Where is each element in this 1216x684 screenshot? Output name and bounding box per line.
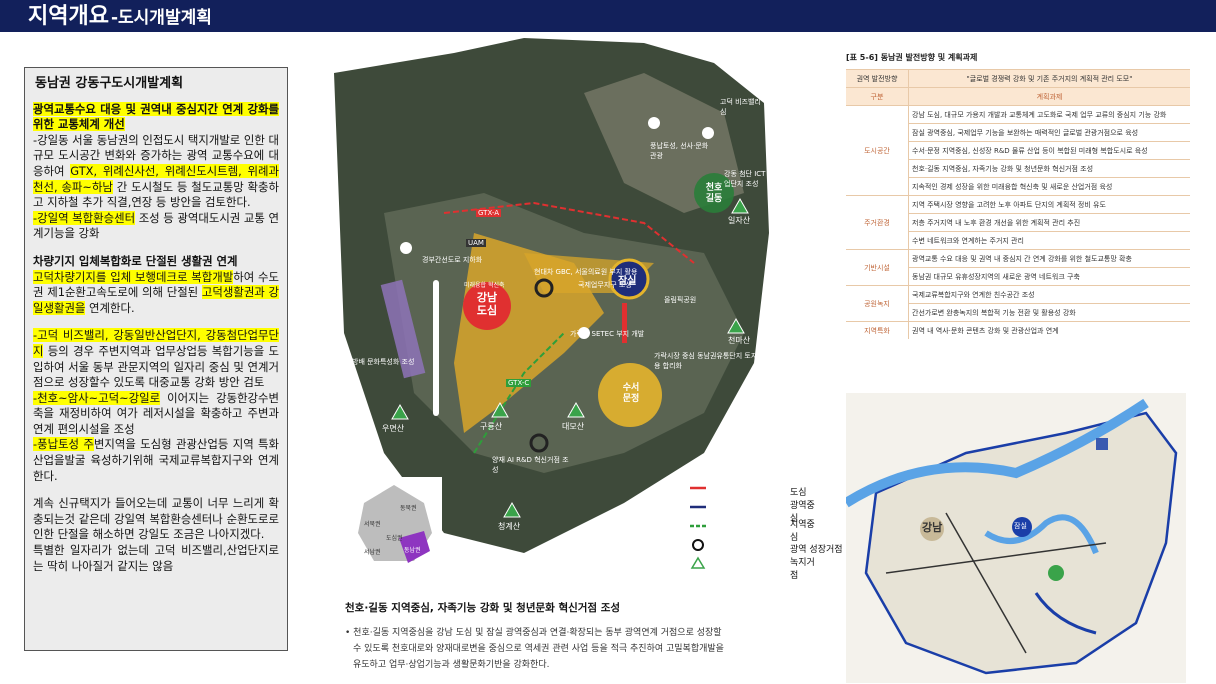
legend-label: 광역 성장거점 — [790, 545, 843, 555]
text: 등의 경우 주변지역과 업무상업등 복합기능을 도입하여 서울 동부 관문지역의… — [33, 343, 279, 390]
task-cell: 천호·길동 지역중심, 자족기능 강화 및 청년문화 혁신거점 조성 — [908, 159, 1190, 178]
smap-label-jamsil: 잠실 — [1014, 522, 1027, 530]
inset-label-2: 서북권 — [364, 521, 381, 528]
map-label-l15: 대모산 — [562, 422, 585, 431]
legend-item: 녹지거점 — [790, 558, 816, 581]
text: 계속 신규택지가 들어오는데 교통이 너무 느리게 확충되는것 같은데 강일역 … — [33, 496, 279, 542]
map-label-suseo: 수서 문정 — [622, 383, 640, 404]
panel-title: 동남권 강동구도시개발계획 — [35, 76, 184, 91]
highlight: -강일역 복합환승센터 — [33, 210, 136, 225]
text: 연계한다. — [85, 300, 135, 315]
map-label-gtxa: GTX-A — [476, 209, 502, 217]
paragraph-heading: 광역교통수요 대응 및 권역내 중심지간 연계 강화를 위한 교통체계 개선 — [33, 101, 279, 132]
page-title: 지역개요 — [28, 4, 109, 29]
text: 특별한 일자리가 없는데 고덕 비즈밸리,산업단지로는 딱히 나아질거 같지는 … — [33, 543, 279, 573]
table: 권역 발전방향 "글로벌 경쟁력 강화 및 기존 주거지의 계획적 관리 도모"… — [846, 69, 1190, 339]
task-cell: 권역 내 역사·문화 콘텐츠 강화 및 관광산업과 연계 — [908, 321, 1190, 339]
map-label-l14: 구룡산 — [480, 422, 503, 431]
table-body: 도시공간 강남 도심, 대규모 가용지 개발과 교통체계 고도화로 국제 업무 교… — [846, 105, 1190, 339]
task-cell: 강남 도심, 대규모 가용지 개발과 교통체계 고도화로 국제 업무 교류의 중… — [908, 105, 1190, 124]
map-label-l16: 청계산 — [498, 522, 521, 531]
table-row: 공원녹지 국제교류복합지구와 연계한 친수공간 조성 — [846, 285, 1190, 322]
map-label-l8: 미래융합 혁신축 — [464, 282, 505, 289]
map-label-l4: 현대차 GBC, 서울의료원 부지 활용 — [534, 268, 638, 276]
map-label-uam: UAM — [466, 239, 486, 247]
map-label-gangnam: 강남 도심 — [476, 291, 498, 317]
paragraph-depot: 차량기지 입체복합화로 단절된 생활권 연계 고덕차량기지를 입체 보행데크로 … — [33, 254, 279, 316]
legend-label: 도심 — [790, 488, 807, 498]
header-cell: "글로벌 경쟁력 강화 및 기존 주거지의 계획적 관리 도모" — [908, 69, 1190, 88]
task-cell: 지속적인 경제 성장을 위한 미래융합 혁신축 및 새로운 산업거점 육성 — [908, 177, 1190, 196]
table-header-row: 구분 계획과제 — [846, 87, 1190, 106]
category-cell: 공원녹지 — [846, 285, 909, 322]
page-header: 지역개요 -도시개발계획 — [0, 0, 1216, 32]
header-cell: 구분 — [846, 87, 909, 106]
table-row: 도시공간 강남 도심, 대규모 가용지 개발과 교통체계 고도화로 국제 업무 교… — [846, 105, 1190, 196]
map-label-l5: 국제업무지구 조성 — [578, 281, 632, 289]
map-label-l11: 가락동 SETEC 부지 개발 — [570, 330, 645, 338]
category-cell: 지역특화 — [846, 321, 909, 339]
task-cell: 수변 네트워크와 연계하는 주거지 관리 — [908, 231, 1190, 250]
map-label-l2: 풍납토성, 선사·문화 관광 — [650, 142, 709, 160]
legend-item: 지역중심 — [790, 520, 816, 543]
category-cell: 도시공간 — [846, 105, 909, 196]
table-title: [표 5-6] 동남권 발전방향 및 계획과제 — [846, 53, 978, 62]
task-cell: 국제교류복합지구와 연계한 친수공간 조성 — [908, 285, 1190, 304]
table-header-row: 권역 발전방향 "글로벌 경쟁력 강화 및 기존 주거지의 계획적 관리 도모" — [846, 69, 1190, 88]
category-cell: 주거환경 — [846, 195, 909, 250]
task-cell: 수서·문정 지역중심, 신성장 R&D 물류 산업 등이 복합된 미래형 복합도… — [908, 141, 1190, 160]
map-label-l12: 양재 AI R&D 혁신거점 조성 — [492, 456, 569, 474]
inset-label-5: 동남권 — [404, 547, 421, 554]
task-cell: 지역 주택시장 영향을 고려한 노후 아파트 단지의 계획적 정비 유도 — [908, 195, 1190, 214]
highlight: 고덕차량기지를 입체 보행데크로 복합개발 — [33, 269, 234, 284]
table-row: 주거환경 지역 주택시장 영향을 고려한 노후 아파트 단지의 계획적 정비 유도 — [846, 195, 1190, 250]
inset-label-1: 동북권 — [400, 505, 417, 512]
header-cell: 계획과제 — [908, 87, 1190, 106]
smap-label-gangnam: 강남 — [922, 521, 943, 534]
legend-label: 녹지거점 — [790, 557, 815, 581]
map-label-gtxc: GTX-C — [506, 379, 532, 387]
header-cell: 권역 발전방향 — [846, 69, 909, 88]
map-graphic — [324, 33, 777, 578]
task-cell: 광역교통 수요 대응 및 권역 내 중심지 간 연계 강화를 위한 철도교통망 … — [908, 249, 1190, 268]
paragraph-comment-2: 특별한 일자리가 없는데 고덕 비즈밸리,산업단지로는 딱히 나아질거 같지는 … — [33, 543, 279, 574]
plan-table: [표 5-6] 동남권 발전방향 및 계획과제 권역 발전방향 "글로벌 경쟁력… — [846, 52, 1190, 372]
map-label-l3: 강동 첨단 ICT 산업단지 조성 — [724, 170, 775, 188]
page-subtitle: -도시개발계획 — [110, 8, 212, 28]
map-label-l9: 방배 문화특성화 조성 — [352, 358, 415, 366]
paragraph-comment: 계속 신규택지가 들어오는데 교통이 너무 느리게 확충되는것 같은데 강일역 … — [33, 496, 279, 543]
map-label-l13: 우면산 — [382, 424, 405, 433]
text-panel: 동남권 강동구도시개발계획 광역교통수요 대응 및 권역내 중심지간 연계 강화… — [24, 67, 288, 651]
development-plan-map: 강남 도심 잠실 천호 길동 수서 문정 GTX-A GTX-C UAM 고덕 … — [324, 33, 777, 578]
task-cell: 저층 주거지역 내 노후 환경 개선을 위한 계획적 관리 추진 — [908, 213, 1190, 232]
task-cell: 잠실 광역중심, 국제업무 기능을 보완하는 매력적인 글로벌 관광거점으로 육… — [908, 123, 1190, 142]
table-row: 지역특화 권역 내 역사·문화 콘텐츠 강화 및 관광산업과 연계 — [846, 321, 1190, 339]
map-label-l7: 경부간선도로 지하화 — [422, 256, 483, 264]
district-map-graphic — [846, 393, 1186, 683]
task-cell: 동남권 대규모 유휴성장지역의 새로운 광역 네트워크 구축 — [908, 267, 1190, 286]
caption-line: • 천호·길동 지역중심을 강남 도심 및 잠실 광역중심과 연결·확장되는 동… — [345, 628, 722, 638]
inset-label-4: 서남권 — [364, 549, 381, 556]
map-legend: 도심 광역중심 지역중심 광역 성장거점 녹지거점 — [726, 477, 843, 583]
map-label-l18: 천마산 — [728, 336, 751, 345]
paragraph-transport: 광역교통수요 대응 및 권역내 중심지간 연계 강화를 위한 교통체계 개선 -… — [33, 101, 279, 242]
paragraph-business: -고덕 비즈밸리, 강동일반산업단지, 강동첨단업무단지 등의 경우 주변지역과… — [33, 328, 279, 484]
table-row: 기반시설 광역교통 수요 대응 및 권역 내 중심지 간 연계 강화를 위한 철도… — [846, 249, 1190, 286]
caption-title: 천호·길동 지역중심, 자족기능 강화 및 청년문화 혁신거점 조성 — [345, 602, 621, 614]
map-label-l17: 일자산 — [728, 216, 751, 225]
inset-label-3: 도심권 — [386, 535, 403, 542]
highlight: -천호~암사~고덕~강일로 — [33, 390, 161, 405]
caption-line: 유도하고 업무·상업기능과 생활문화기반을 강화한다. — [353, 660, 550, 670]
caption-line: 수 있도록 천호대로와 양재대로변을 중심으로 역세권 관련 사업 등을 적극 … — [353, 644, 724, 654]
task-cell: 간선가로변 완충녹지의 복합적 기능 전환 및 활용성 강화 — [908, 303, 1190, 322]
highlight: -풍납토성 주 — [33, 437, 94, 452]
category-cell: 기반시설 — [846, 249, 909, 286]
map-label-l10: 가락시장 중심 동남권유통단지 토지이용 합리화 — [654, 352, 764, 370]
district-map: 강남 잠실 — [846, 393, 1186, 683]
paragraph-heading: 차량기지 입체복합화로 단절된 생활권 연계 — [33, 253, 238, 268]
map-label-l1: 고덕 비즈밸리 중심 — [720, 98, 770, 116]
map-label-l6: 올림픽공원 — [664, 296, 697, 304]
map-caption: 천호·길동 지역중심, 자족기능 강화 및 청년문화 혁신거점 조성 • 천호·… — [345, 600, 725, 673]
